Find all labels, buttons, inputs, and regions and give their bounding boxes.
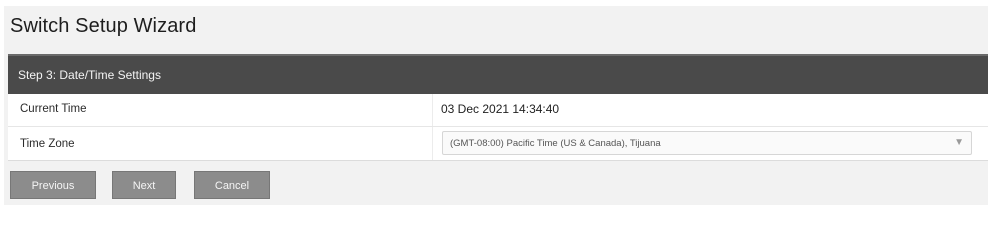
previous-button[interactable]: Previous [10, 171, 96, 199]
time-zone-select[interactable]: (GMT-08:00) Pacific Time (US & Canada), … [442, 131, 972, 155]
current-time-label: Current Time [20, 103, 87, 115]
setup-wizard: Switch Setup Wizard Step 3: Date/Time Se… [4, 6, 988, 205]
current-time-value: 03 Dec 2021 14:34:40 [441, 102, 560, 116]
time-zone-label: Time Zone [20, 138, 75, 150]
step-header-label: Step 3: Date/Time Settings [18, 68, 161, 82]
time-zone-row: Time Zone (GMT-08:00) Pacific Time (US &… [8, 127, 988, 161]
next-button[interactable]: Next [112, 171, 176, 199]
column-divider [432, 127, 433, 160]
column-divider [432, 94, 433, 126]
cancel-button[interactable]: Cancel [194, 171, 270, 199]
page-title: Switch Setup Wizard [10, 15, 197, 37]
current-time-row: Current Time 03 Dec 2021 14:34:40 [8, 94, 988, 127]
step-header: Step 3: Date/Time Settings [8, 54, 988, 94]
time-zone-selected-value: (GMT-08:00) Pacific Time (US & Canada), … [450, 138, 661, 149]
chevron-down-icon[interactable]: ▼ [954, 137, 964, 148]
